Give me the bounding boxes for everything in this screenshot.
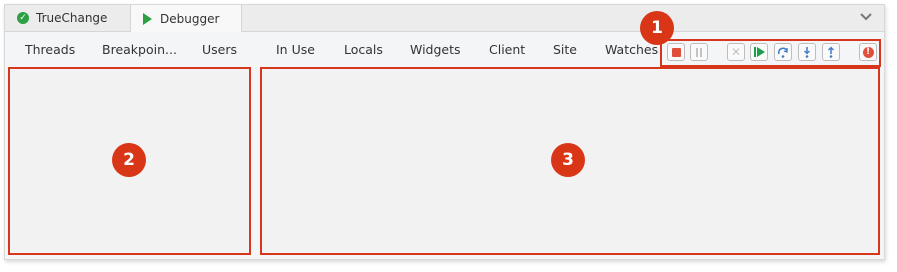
callout-badge-2: 2: [112, 143, 146, 177]
window-tab-strip: ✓ TrueChange Debugger: [5, 5, 884, 32]
tab-truechange[interactable]: ✓ TrueChange: [5, 5, 130, 31]
play-icon: [143, 12, 152, 25]
tab-watches[interactable]: Watches: [605, 42, 658, 57]
tab-breakpoints[interactable]: Breakpoin...: [102, 42, 177, 57]
tab-locals[interactable]: Locals: [344, 42, 383, 57]
callout-badge-3: 3: [551, 143, 585, 177]
check-circle-icon: ✓: [17, 12, 29, 24]
tab-truechange-label: TrueChange: [36, 11, 108, 25]
tab-site[interactable]: Site: [553, 42, 577, 57]
callout-badge-1: 1: [640, 11, 674, 45]
debugger-window: ✓ TrueChange Debugger Threads Breakpoin.…: [4, 4, 885, 260]
chevron-down-icon[interactable]: [860, 10, 872, 24]
tab-debugger-label: Debugger: [160, 11, 220, 26]
tab-widgets[interactable]: Widgets: [410, 42, 461, 57]
tab-debugger[interactable]: Debugger: [130, 5, 242, 32]
toolbar-highlight: [660, 39, 881, 67]
tab-users[interactable]: Users: [202, 42, 237, 57]
tab-in-use[interactable]: In Use: [276, 42, 315, 57]
tab-threads[interactable]: Threads: [25, 42, 75, 57]
tab-client[interactable]: Client: [489, 42, 525, 57]
